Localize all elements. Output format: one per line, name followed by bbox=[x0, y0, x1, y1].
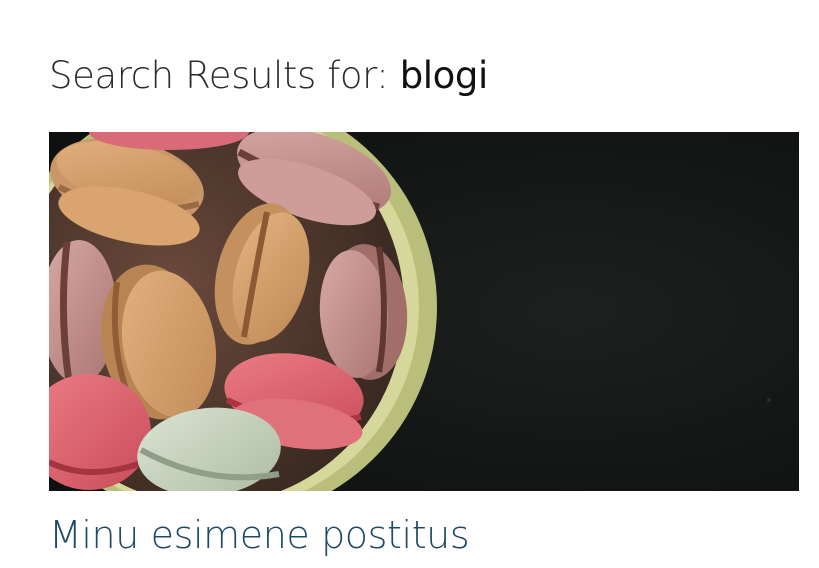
post-title-link[interactable]: Minu esimene postitus bbox=[49, 509, 470, 561]
search-query: blogi bbox=[399, 54, 489, 97]
macarons-photo bbox=[49, 132, 799, 491]
post-featured-image[interactable] bbox=[49, 132, 799, 491]
search-results-prefix: Search Results for: bbox=[49, 54, 400, 97]
search-results-heading: Search Results for: blogi bbox=[49, 52, 488, 100]
